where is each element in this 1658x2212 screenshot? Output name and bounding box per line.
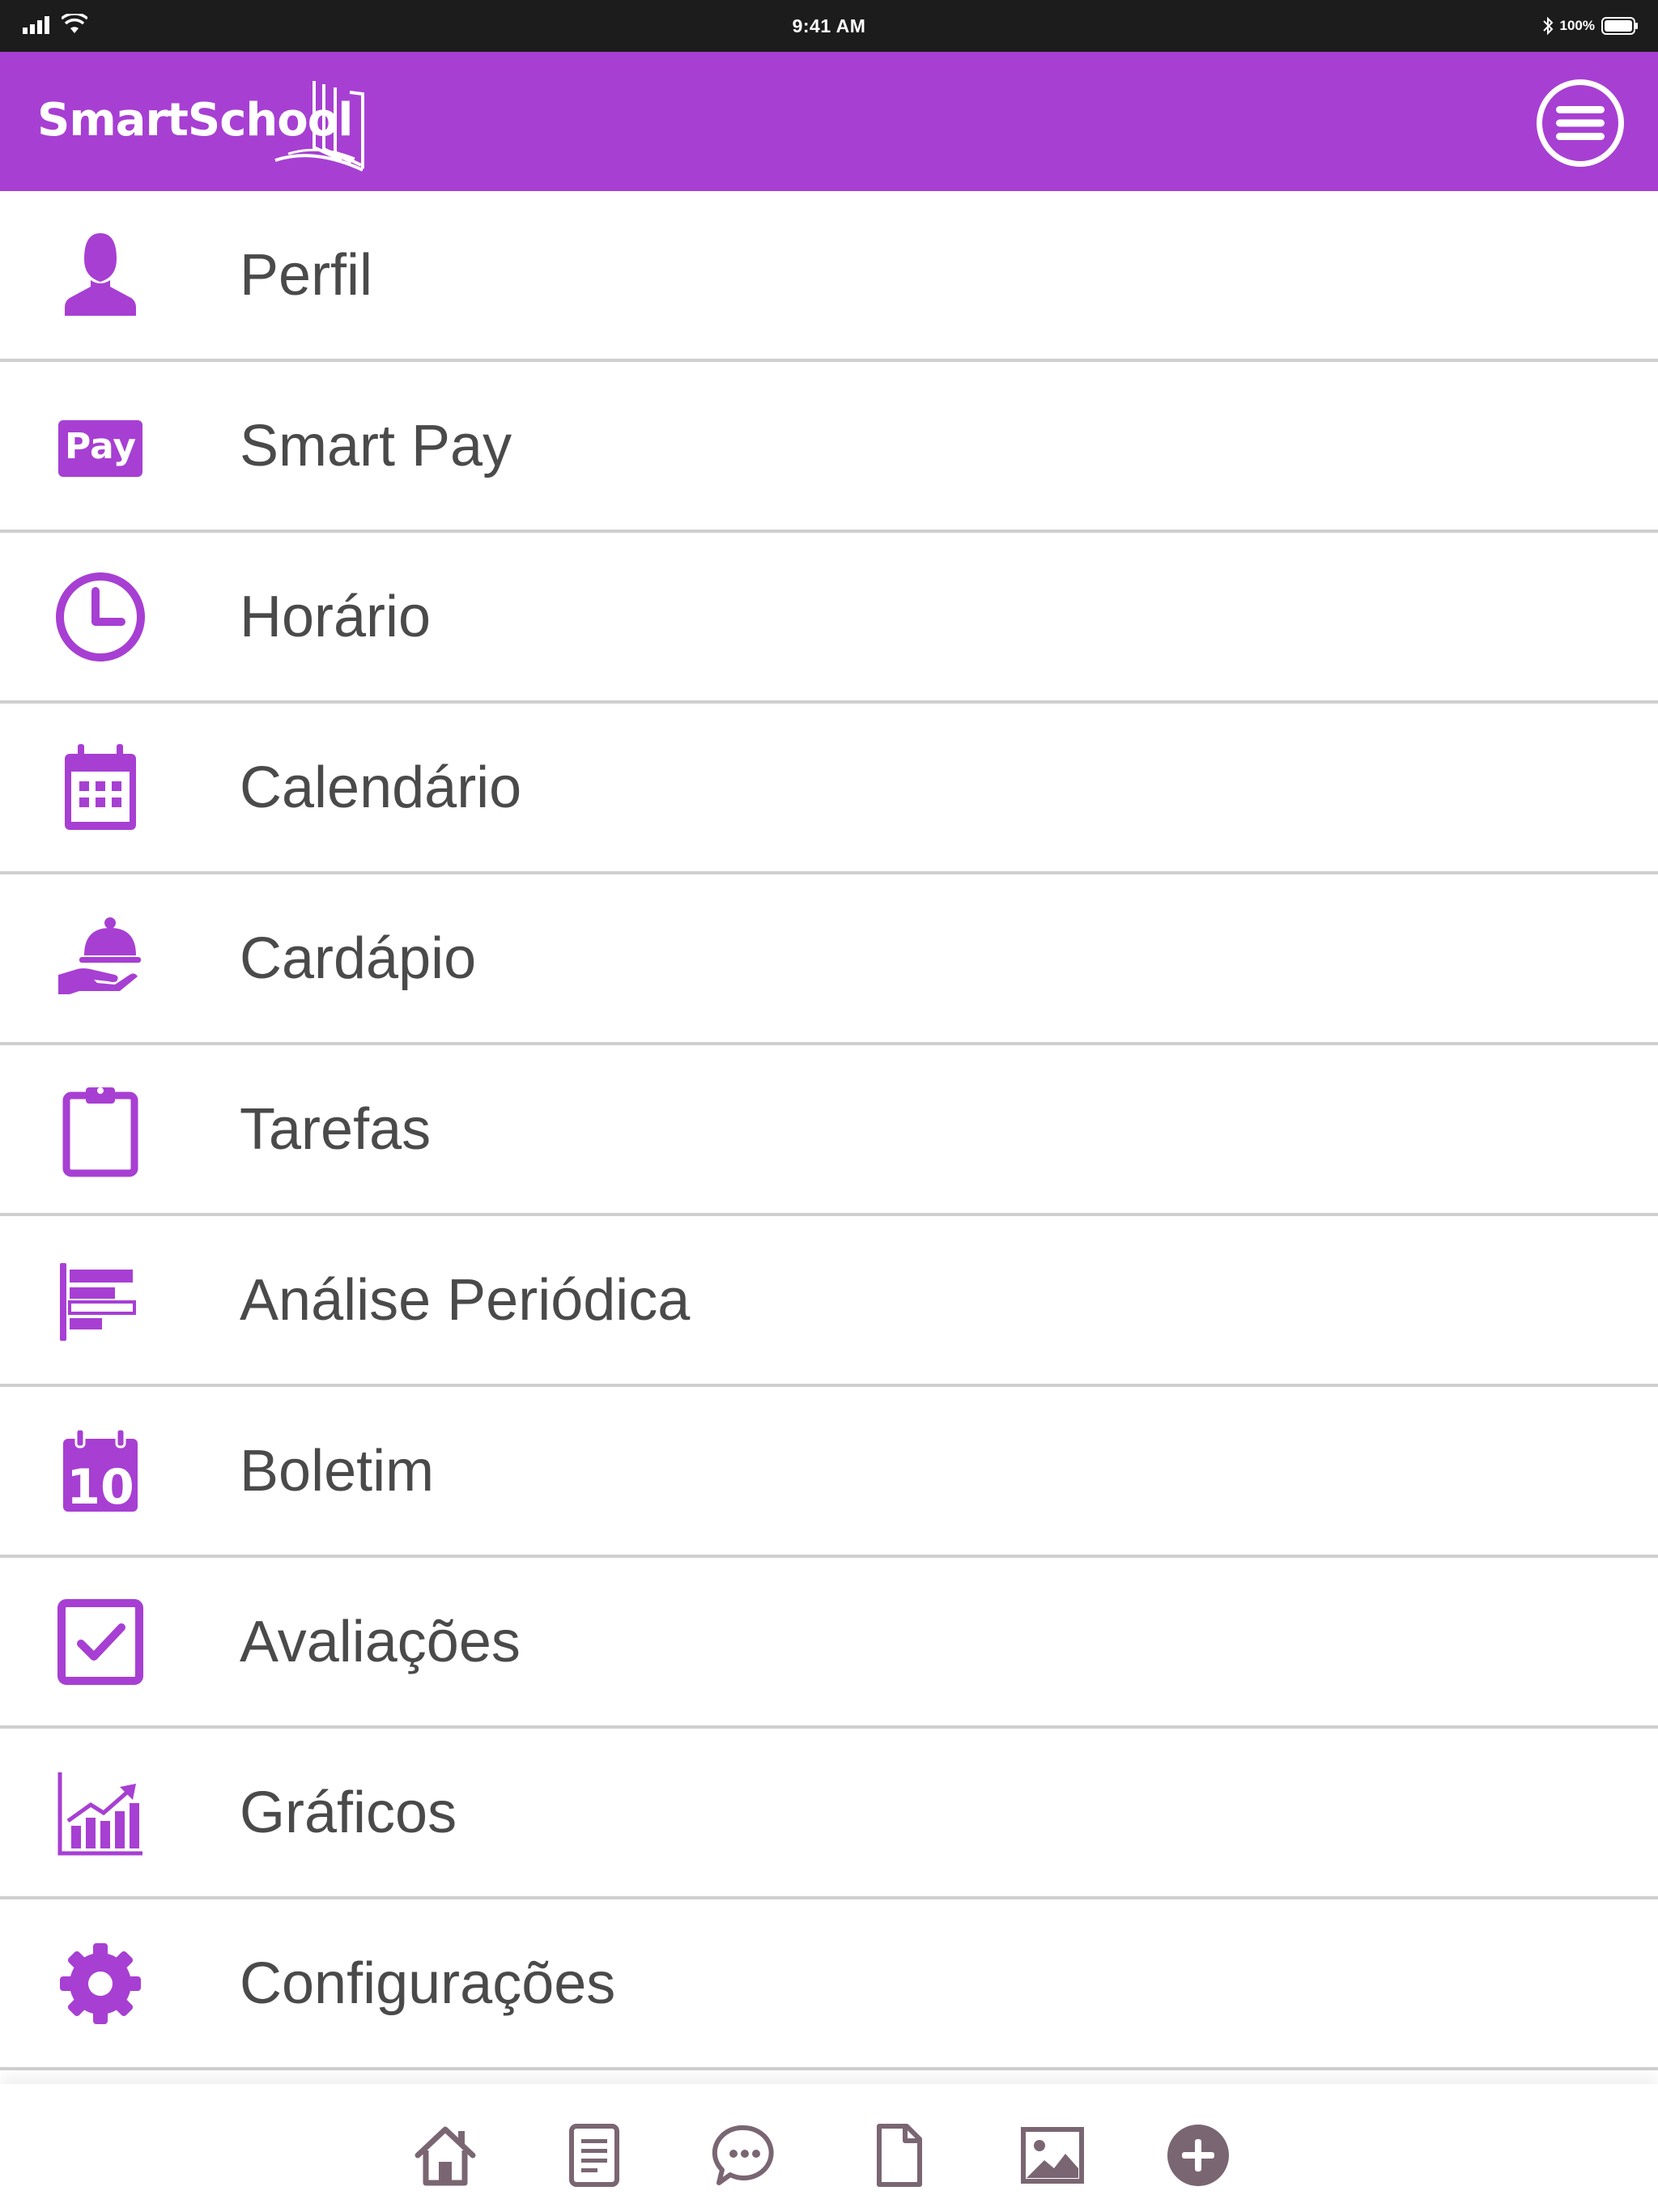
main-menu-list: Perfil Pay Smart Pay Horário Calendário … (0, 191, 1658, 2070)
tab-chat[interactable] (706, 2116, 784, 2194)
report-card-icon: 10 (52, 1423, 149, 1520)
gear-icon (52, 1935, 149, 2032)
menu-item-label: Smart Pay (240, 413, 512, 479)
status-time: 9:41 AM (792, 15, 866, 36)
menu-item-label: Cardápio (240, 925, 477, 991)
menu-item-smart-pay[interactable]: Pay Smart Pay (0, 362, 1658, 533)
menu-item-label: Tarefas (240, 1096, 432, 1162)
calendar-icon (52, 739, 149, 836)
menu-item-label: Configurações (240, 1950, 616, 2016)
hamburger-menu-button[interactable] (1537, 79, 1624, 167)
chat-icon (712, 2125, 774, 2185)
hamburger-icon (1556, 106, 1605, 140)
tab-document[interactable] (860, 2116, 937, 2194)
battery-percent: 100% (1559, 18, 1595, 33)
battery-icon (1601, 17, 1638, 35)
book-logo-icon (274, 81, 364, 172)
menu-item-label: Calendário (240, 755, 522, 820)
clipboard-icon (52, 1081, 149, 1178)
menu-item-tarefas[interactable]: Tarefas (0, 1045, 1658, 1216)
app-header: SmartSchool (0, 52, 1658, 191)
bluetooth-icon (1542, 16, 1553, 36)
user-icon (52, 227, 149, 324)
tab-add[interactable] (1159, 2116, 1237, 2194)
report-card-icon-text: 10 (66, 1459, 134, 1516)
pay-icon: Pay (52, 398, 149, 495)
app-logo: SmartSchool (37, 76, 377, 173)
menu-item-configuracoes[interactable]: Configurações (0, 1899, 1658, 2070)
menu-item-analise-periodica[interactable]: Análise Periódica (0, 1216, 1658, 1387)
menu-item-avaliacoes[interactable]: Avaliações (0, 1558, 1658, 1729)
chart-icon (52, 1764, 149, 1861)
cloche-icon (52, 910, 149, 1007)
menu-item-label: Boletim (240, 1438, 435, 1504)
menu-item-boletim[interactable]: 10 Boletim (0, 1387, 1658, 1558)
menu-item-label: Perfil (240, 242, 373, 308)
home-icon (414, 2126, 476, 2186)
menu-item-label: Avaliações (240, 1609, 521, 1674)
pay-icon-text: Pay (65, 426, 136, 467)
status-bar: 9:41 AM 100% (0, 0, 1658, 52)
bottom-tab-bar (0, 2084, 1658, 2212)
image-icon (1021, 2127, 1084, 2184)
menu-item-graficos[interactable]: Gráficos (0, 1729, 1658, 1899)
tab-image[interactable] (1014, 2116, 1091, 2194)
tab-home[interactable] (406, 2116, 484, 2194)
add-icon (1167, 2125, 1229, 2186)
menu-item-calendario[interactable]: Calendário (0, 704, 1658, 874)
document-icon (877, 2124, 922, 2187)
menu-item-label: Horário (240, 584, 432, 649)
menu-item-cardapio[interactable]: Cardápio (0, 874, 1658, 1045)
menu-item-label: Gráficos (240, 1780, 457, 1845)
checkbox-icon (52, 1593, 149, 1691)
menu-item-horario[interactable]: Horário (0, 533, 1658, 704)
menu-item-label: Análise Periódica (240, 1267, 691, 1333)
clock-icon (52, 568, 149, 666)
menu-item-perfil[interactable]: Perfil (0, 191, 1658, 362)
notes-icon (569, 2124, 619, 2187)
bar-list-icon (52, 1252, 149, 1349)
tab-notes[interactable] (555, 2116, 633, 2194)
